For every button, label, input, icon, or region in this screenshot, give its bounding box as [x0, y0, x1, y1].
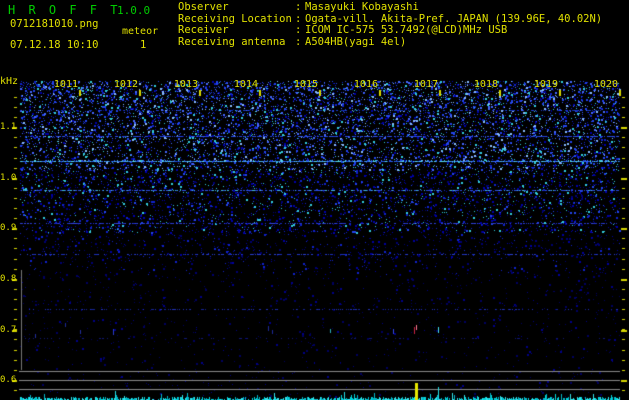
x-tick-label-1011: 1011 [53, 79, 78, 90]
x-tick-label-1020: 1020 [593, 79, 618, 90]
x-tick-label-1012: 1012 [113, 79, 138, 90]
app-version: 1.0.0 [117, 4, 151, 17]
x-tick-label-1013: 1013 [173, 79, 198, 90]
app-title: H R O F F T [8, 3, 121, 17]
mode-label: meteor [122, 26, 159, 37]
y-tick-label-0.6: 0.6 [0, 375, 17, 385]
y-tick-label-0.7: 0.7 [0, 325, 17, 335]
station-info-block: Observer: Masayuki Kobayashi Receiving Lo… [178, 1, 603, 49]
y-tick-label-1.1: 1.1 [0, 122, 17, 132]
x-tick-label-1015: 1015 [293, 79, 318, 90]
info-value: Masayuki Kobayashi [305, 1, 419, 13]
x-tick-label-1019: 1019 [533, 79, 558, 90]
spectrogram-canvas [0, 0, 629, 400]
x-tick-label-1016: 1016 [353, 79, 378, 90]
info-value: Ogata-vill. Akita-Pref. JAPAN (139.96E, … [305, 12, 603, 25]
y-tick-label-0.9: 0.9 [0, 223, 17, 233]
y-axis-unit-label: kHz [0, 76, 19, 87]
datetime-label: 07.12.18 10:10 [10, 39, 99, 51]
y-tick-label-0.8: 0.8 [0, 274, 17, 284]
info-label: Receiving antenna [178, 36, 286, 49]
info-label: Observer [178, 1, 229, 13]
info-row-antenna: Receiving antenna: A504HB(yagi 4el) [178, 36, 602, 49]
hrofft-window: H R O F F T 1.0.0 0712181010.png meteor … [0, 0, 629, 400]
info-value: A504HB(yagi 4el) [305, 36, 407, 49]
y-tick-label-1.0: 1.0 [0, 173, 17, 183]
x-tick-label-1017: 1017 [413, 79, 438, 90]
info-separator: : [295, 36, 302, 49]
x-tick-label-1018: 1018 [473, 79, 498, 90]
info-separator: : [295, 1, 302, 13]
x-tick-label-1014: 1014 [233, 79, 258, 90]
output-filename: 0712181010.png [10, 18, 99, 30]
meteor-count: 1 [140, 39, 147, 51]
info-value: ICOM IC-575 53.7492(@LCD)MHz USB [305, 24, 508, 37]
